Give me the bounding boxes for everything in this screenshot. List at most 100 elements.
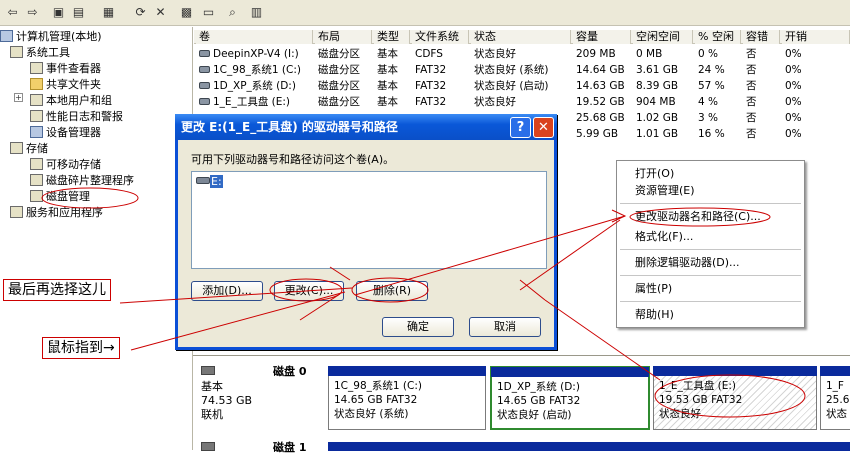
col-header-filesystem[interactable]: 文件系统 [412,30,469,44]
col-header-status[interactable]: 状态 [471,30,571,44]
col-header-type[interactable]: 类型 [374,30,410,44]
tree-disk-management[interactable]: 磁盘管理 [30,189,90,205]
toolbar: ⇦ ⇨ ▣ ▤ ▦ ⟳ ✕ ▩ ▭ ⌕ ▥ [0,0,850,26]
performance-icon [30,110,43,122]
tree-device-manager[interactable]: 设备管理器 [30,125,101,141]
table-row[interactable]: 1C_98_系统1 (C:) 磁盘分区 基本 FAT32 状态良好 (系统) 14.64 … [194,62,850,78]
partition-d[interactable]: 1D_XP_系统 (D:) 14.65 GB FAT32 状态良好 (启动) [490,366,650,430]
properties-icon[interactable]: ▦ [100,4,117,21]
tree-perf-logs[interactable]: 性能日志和警报 [30,109,123,125]
cell-percent-free: 24 % [698,64,725,76]
cell-type: 基本 [377,80,398,92]
partition-c[interactable]: 1C_98_系统1 (C:) 14.65 GB FAT32 状态良好 (系统) [328,366,486,430]
cell-filesystem: CDFS [415,48,443,60]
cancel-button[interactable]: 取消 [469,317,541,337]
partition-name: 1C_98_系统1 (C:) [334,380,422,392]
tree-event-viewer[interactable]: 事件查看器 [30,61,101,77]
disk0-type: 基本 [201,380,223,393]
storage-icon [10,142,23,154]
col-header-layout[interactable]: 布局 [315,30,372,44]
cell-capacity: 209 MB [576,48,616,60]
cell-status: 状态良好 [474,96,516,108]
tree-storage[interactable]: 存储 [10,141,48,157]
open-icon[interactable]: ▭ [200,4,217,21]
menu-item-properties[interactable]: 属性(P) [635,282,672,296]
tree-removable[interactable]: 可移动存储 [30,157,101,173]
menu-separator [620,301,801,302]
cell-layout: 磁盘分区 [318,96,360,108]
menu-item-change-letter[interactable]: 更改驱动器名和路径(C)... [635,210,761,224]
partition-size: 25.6 [826,394,850,406]
cell-fault: 否 [746,48,757,60]
cell-percent-free: 16 % [698,128,725,140]
tree-defrag[interactable]: 磁盘碎片整理程序 [30,173,134,189]
tree-system-tools[interactable]: 系统工具 [10,45,70,61]
table-row[interactable]: DeepinXP-V4 (I:) 磁盘分区 基本 CDFS 状态良好 209 MB 0 MB… [194,46,850,62]
cell-volume: 1_E_工具盘 (E:) [199,94,290,110]
menu-item-delete-logical[interactable]: 删除逻辑驱动器(D)... [635,256,740,270]
cell-free: 8.39 GB [636,80,679,92]
partition-status: 状态良好 (系统) [334,408,409,420]
cell-overhead: 0% [785,64,802,76]
col-header-percent-free[interactable]: % 空闲 [695,30,741,44]
tree-root[interactable]: 计算机管理(本地) [0,29,102,45]
partition-size: 14.65 GB FAT32 [497,395,581,407]
help-icon[interactable]: ▥ [248,4,265,21]
volume-name: 1_E_工具盘 (E:) [213,96,291,108]
refresh-icon[interactable]: ⟳ [132,4,149,21]
ok-button[interactable]: 确定 [382,317,454,337]
shared-folder-icon [30,78,43,90]
col-header-free[interactable]: 空闲空间 [633,30,693,44]
col-header-capacity[interactable]: 容量 [573,30,631,44]
cell-fault: 否 [746,128,757,140]
cell-free: 904 MB [636,96,676,108]
col-header-fault[interactable]: 容错 [743,30,780,44]
add-button[interactable]: 添加(D)... [191,281,263,301]
col-header-volume[interactable]: 卷 [196,30,313,44]
volume-icon [199,50,210,57]
cell-fault: 否 [746,64,757,76]
partition-size: 19.53 GB FAT32 [659,394,743,406]
menu-item-explore[interactable]: 资源管理(E) [635,184,695,198]
tree-shared-folders[interactable]: 共享文件夹 [30,77,101,93]
cell-free: 1.02 GB [636,112,679,124]
disk-graphical-view: 磁盘 0 基本 74.53 GB 联机 1C_98_系统1 (C:) 14.65… [193,355,850,454]
show-tree-icon[interactable]: ▤ [70,4,87,21]
cell-free: 1.01 GB [636,128,679,140]
expand-icon[interactable]: + [14,93,23,102]
remove-button[interactable]: 删除(R) [356,281,428,301]
cell-volume: 1C_98_系统1 (C:) [199,62,301,78]
partition-f[interactable]: 1_F 25.6 状态 [820,366,850,430]
help-button[interactable]: ? [510,117,531,138]
settings-icon[interactable]: ▩ [178,4,195,21]
partition-status: 状态良好 [659,408,701,420]
disk0-size: 74.53 GB [201,394,253,407]
cell-volume: 1D_XP_系统 (D:) [199,78,296,94]
cell-percent-free: 57 % [698,80,725,92]
cell-capacity: 19.52 GB [576,96,625,108]
drive-path-listbox[interactable]: E: [191,171,547,269]
close-button[interactable]: ✕ [533,117,554,138]
col-header-overhead[interactable]: 开销 [782,30,850,44]
cell-type: 基本 [377,64,398,76]
up-folder-icon[interactable]: ▣ [50,4,67,21]
delete-icon[interactable]: ✕ [152,4,169,21]
cell-free: 0 MB [636,48,663,60]
change-drive-letter-dialog: 更改 E:(1_E_工具盘) 的驱动器号和路径 ? ✕ 可用下列驱动器号和路径访… [175,114,557,350]
forward-icon[interactable]: ⇨ [24,4,41,21]
cell-type: 基本 [377,96,398,108]
list-item[interactable]: E: [196,175,223,189]
dialog-title-bar: 更改 E:(1_E_工具盘) 的驱动器号和路径 [175,114,557,140]
change-button[interactable]: 更改(C)... [274,281,344,301]
menu-item-help[interactable]: 帮助(H) [635,308,674,322]
menu-item-format[interactable]: 格式化(F)... [635,230,693,244]
menu-item-open[interactable]: 打开(O) [635,167,674,181]
cell-capacity: 14.64 GB [576,64,625,76]
partition-e[interactable]: 1_E_工具盘 (E:) 19.53 GB FAT32 状态良好 [653,366,817,430]
table-row[interactable]: 1_E_工具盘 (E:) 磁盘分区 基本 FAT32 状态良好 19.52 GB 904 M… [194,94,850,110]
find-icon[interactable]: ⌕ [224,4,241,21]
back-icon[interactable]: ⇦ [4,4,21,21]
tree-local-users[interactable]: 本地用户和组 [30,93,112,109]
table-row[interactable]: 1D_XP_系统 (D:) 磁盘分区 基本 FAT32 状态良好 (启动) 14.63 G… [194,78,850,94]
tree-services[interactable]: 服务和应用程序 [10,205,103,221]
